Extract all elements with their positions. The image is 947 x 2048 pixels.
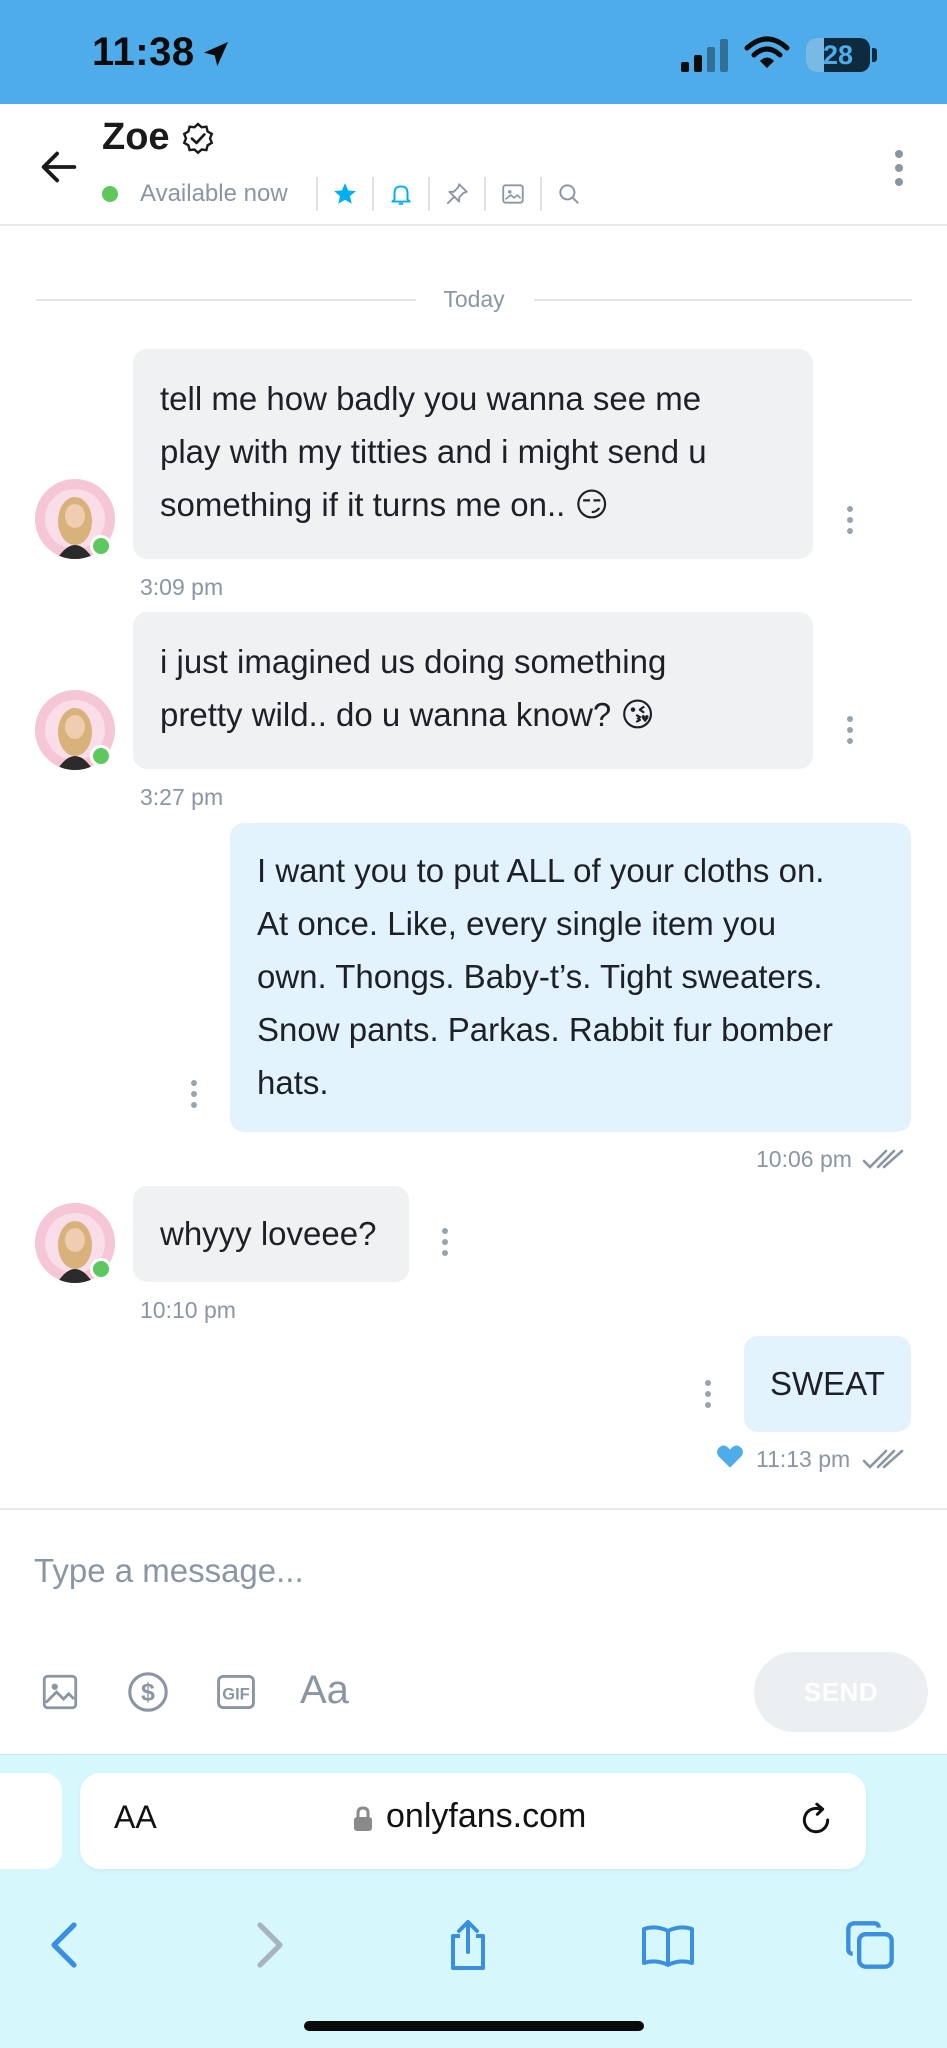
browser-forward-icon[interactable]: [242, 1917, 298, 1973]
liked-heart-icon[interactable]: [716, 1443, 744, 1469]
read-receipt-icon: [862, 1449, 904, 1469]
search-icon[interactable]: [556, 181, 582, 207]
address-bar[interactable]: AA onlyfans.com: [80, 1773, 866, 1869]
online-indicator: [90, 535, 112, 557]
availability-status: Available now: [140, 180, 288, 207]
message-options-icon[interactable]: [441, 1228, 449, 1256]
home-indicator: [304, 2021, 644, 2031]
divider: [539, 177, 542, 211]
location-arrow-icon: [204, 42, 228, 66]
outgoing-message-bubble[interactable]: I want you to put ALL of your cloths on.…: [230, 823, 911, 1132]
image-icon[interactable]: [36, 1668, 84, 1716]
svg-text:GIF: GIF: [222, 1685, 250, 1703]
contact-name-row[interactable]: Zoe: [102, 116, 216, 159]
incoming-message-bubble[interactable]: whyyy loveee?: [133, 1186, 409, 1282]
divider: [483, 177, 486, 211]
message-options-icon[interactable]: [704, 1380, 712, 1408]
online-indicator: [102, 186, 118, 202]
cellular-signal-icon: [681, 39, 728, 72]
bell-icon[interactable]: [388, 181, 414, 207]
message-time: 3:27 pm: [140, 784, 224, 810]
message-options-icon[interactable]: [846, 716, 854, 744]
back-arrow-icon[interactable]: [36, 144, 82, 190]
contact-subrow: Available now: [102, 174, 582, 214]
svg-text:$: $: [141, 1679, 155, 1707]
gallery-icon[interactable]: [500, 181, 526, 207]
read-receipt-icon: [862, 1149, 904, 1169]
message-options-icon[interactable]: [846, 506, 854, 534]
message-composer: $ GIF Aa SEND: [0, 1508, 947, 1754]
more-options-icon[interactable]: [893, 148, 905, 188]
day-label: Today: [443, 286, 505, 312]
battery-percent: 28: [822, 40, 854, 70]
chat-header: Zoe Available now: [0, 104, 947, 226]
online-indicator: [90, 745, 112, 767]
pin-icon[interactable]: [444, 181, 470, 207]
contact-name[interactable]: Zoe: [102, 116, 170, 159]
battery-nub: [872, 48, 877, 62]
message-time: 11:13 pm: [756, 1446, 851, 1472]
status-time: 11:38: [92, 30, 195, 74]
message-text: I want you to put ALL of your cloths on.…: [257, 852, 833, 1101]
browser-toolbar: AA onlyfans.com: [0, 1754, 947, 2048]
message-time: 10:10 pm: [140, 1297, 236, 1323]
divider: [315, 177, 318, 211]
message-text: tell me how badly you wanna see me play …: [160, 380, 707, 523]
browser-back-icon[interactable]: [36, 1917, 92, 1973]
outgoing-message-bubble[interactable]: SWEAT: [744, 1336, 911, 1432]
status-bar: 11:38 28: [0, 0, 947, 104]
message-text: i just imagined us doing something prett…: [160, 643, 667, 733]
tabs-icon[interactable]: [842, 1917, 898, 1973]
message-text: SWEAT: [770, 1365, 885, 1402]
battery-icon: 28: [806, 38, 870, 72]
incoming-message-bubble[interactable]: i just imagined us doing something prett…: [133, 612, 813, 769]
text-format-button[interactable]: Aa: [300, 1668, 349, 1713]
divider: [427, 177, 430, 211]
previous-tab-preview[interactable]: [0, 1773, 62, 1869]
divider: [371, 177, 374, 211]
message-input[interactable]: [34, 1546, 894, 1596]
online-indicator: [90, 1258, 112, 1280]
send-button[interactable]: SEND: [754, 1652, 928, 1732]
reload-icon[interactable]: [796, 1799, 836, 1841]
gif-icon[interactable]: GIF: [212, 1668, 260, 1716]
wifi-icon: [744, 36, 790, 68]
tip-dollar-icon[interactable]: $: [124, 1668, 172, 1716]
day-separator: Today: [36, 286, 912, 312]
message-time: 10:06 pm: [756, 1146, 852, 1172]
message-options-icon[interactable]: [190, 1080, 198, 1108]
reader-options-button[interactable]: AA: [114, 1799, 157, 1836]
message-time: 3:09 pm: [140, 574, 224, 600]
bookmarks-icon[interactable]: [640, 1917, 696, 1973]
lock-icon: [354, 1806, 372, 1831]
incoming-message-bubble[interactable]: tell me how badly you wanna see me play …: [133, 349, 813, 559]
star-icon[interactable]: [332, 181, 358, 207]
url-text[interactable]: onlyfans.com: [386, 1797, 586, 1836]
message-text: whyyy loveee?: [160, 1215, 377, 1252]
verified-badge-icon: [182, 121, 213, 154]
share-icon[interactable]: [440, 1917, 496, 1973]
